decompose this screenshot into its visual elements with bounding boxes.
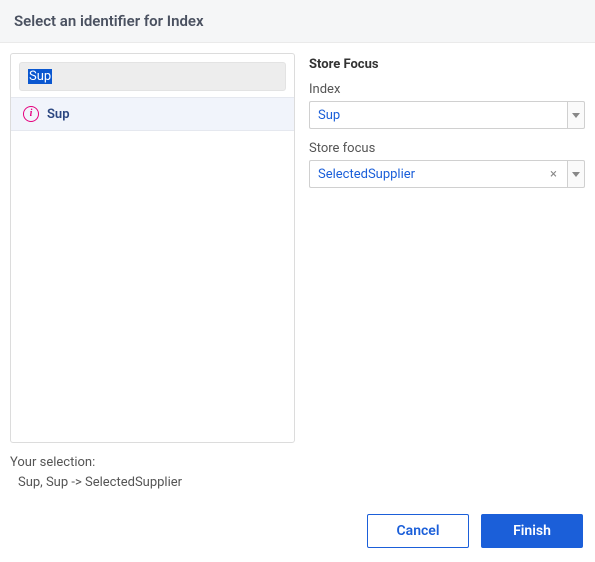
finish-button[interactable]: Finish bbox=[481, 514, 583, 548]
search-input-value: Sup bbox=[28, 69, 52, 84]
chevron-down-icon bbox=[572, 172, 580, 177]
result-row[interactable]: i Sup bbox=[11, 97, 294, 131]
dialog-footer: Cancel Finish bbox=[0, 504, 595, 562]
chevron-down-icon bbox=[572, 113, 580, 118]
store-focus-field-group: Store focus SelectedSupplier × bbox=[309, 141, 585, 188]
index-field-group: Index Sup bbox=[309, 82, 585, 129]
store-focus-label: Store focus bbox=[309, 141, 585, 156]
result-label: Sup bbox=[47, 107, 70, 122]
section-title: Store Focus bbox=[309, 57, 585, 72]
store-focus-dropdown-button[interactable] bbox=[567, 160, 585, 188]
selection-summary: Your selection: Sup, Sup -> SelectedSupp… bbox=[0, 453, 595, 504]
info-icon: i bbox=[23, 106, 39, 122]
cancel-button[interactable]: Cancel bbox=[367, 514, 469, 548]
store-focus-combo-input[interactable]: SelectedSupplier × bbox=[309, 160, 567, 188]
dialog-body: Sup i Sup Store Focus Index Sup Store fo… bbox=[0, 43, 595, 453]
search-wrap: Sup bbox=[11, 54, 294, 97]
index-dropdown-button[interactable] bbox=[567, 101, 585, 129]
store-focus-combo[interactable]: SelectedSupplier × bbox=[309, 160, 585, 188]
index-label: Index bbox=[309, 82, 585, 97]
store-focus-value: SelectedSupplier bbox=[318, 167, 415, 182]
clear-icon[interactable]: × bbox=[548, 167, 559, 182]
left-panel: Sup i Sup bbox=[10, 53, 295, 443]
search-input[interactable]: Sup bbox=[19, 62, 286, 91]
selection-summary-detail: Sup, Sup -> SelectedSupplier bbox=[10, 473, 585, 493]
index-combo[interactable]: Sup bbox=[309, 101, 585, 129]
selection-summary-title: Your selection: bbox=[10, 453, 585, 473]
index-combo-input[interactable]: Sup bbox=[309, 101, 567, 129]
index-value: Sup bbox=[318, 108, 340, 123]
dialog-header: Select an identifier for Index bbox=[0, 0, 595, 43]
right-panel: Store Focus Index Sup Store focus Select… bbox=[309, 53, 585, 443]
dialog-title: Select an identifier for Index bbox=[14, 12, 581, 30]
